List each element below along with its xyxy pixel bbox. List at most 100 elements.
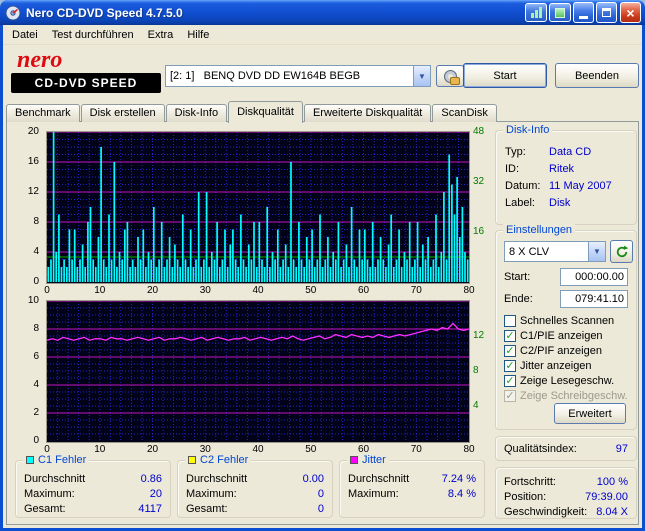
axis-tick: 50 bbox=[305, 444, 317, 455]
disk-info-rows: Typ: Data CD ID: Ritek Datum: 11 May 2007 Labe… bbox=[505, 143, 632, 211]
jitter-chart bbox=[46, 300, 470, 443]
checkbox-c1-pie-anzeigen[interactable]: ✓ C1/PIE anzeigen bbox=[504, 328, 634, 343]
stats-row: Gesamt: 0 bbox=[186, 501, 324, 516]
tab-disk-info[interactable]: Disk-Info bbox=[165, 104, 228, 122]
checkbox-schnelles-scannen[interactable]: Schnelles Scannen bbox=[504, 313, 634, 328]
stats-title: Jitter bbox=[347, 454, 389, 466]
stats-row: Durchschnitt 0.86 bbox=[24, 471, 162, 486]
stats-value: 8.4 % bbox=[447, 487, 476, 500]
menu-item-extra[interactable]: Extra bbox=[141, 27, 181, 43]
settings-title: Einstellungen bbox=[503, 224, 576, 236]
checkbox-box[interactable] bbox=[504, 314, 516, 327]
end-field[interactable]: 079:41.10 bbox=[560, 290, 628, 308]
stats-row: Maximum: 8.4 % bbox=[348, 486, 476, 501]
axis-tick: 60 bbox=[357, 285, 370, 296]
progress-label: Position: bbox=[504, 490, 547, 503]
speed-select-value: 8 X CLV bbox=[509, 245, 550, 258]
stats-value: 0 bbox=[317, 487, 324, 500]
chevron-down-icon[interactable]: ▼ bbox=[588, 242, 605, 261]
stats-rows: Durchschnitt 0.00 Maximum: 0 Gesamt: 0 bbox=[178, 461, 332, 516]
refresh-speed-button[interactable] bbox=[610, 240, 633, 263]
disk-info-label: Label: bbox=[505, 196, 535, 209]
drive-select[interactable]: [2: 1] BENQ DVD DD EW164B BEGB ▼ bbox=[165, 65, 431, 87]
stats-value: 0 bbox=[317, 502, 324, 515]
axis-tick: 70 bbox=[410, 444, 422, 455]
disk-info-value: Disk bbox=[549, 196, 571, 209]
axis-tick: 50 bbox=[305, 285, 317, 296]
checkbox-zeige-lesegeschw[interactable]: ✓ Zeige Lesegeschw. bbox=[504, 373, 634, 388]
chart-c1-errors bbox=[46, 131, 470, 284]
disk-info-group: Disk-Info Typ: Data CD ID: Ritek Datum: 11 Ma… bbox=[495, 124, 637, 225]
stats-label: Durchschnitt bbox=[24, 472, 86, 485]
axis-tick: 40 bbox=[252, 285, 264, 296]
tab-scandisk[interactable]: ScanDisk bbox=[432, 104, 497, 122]
checkbox-c2-pif-anzeigen[interactable]: ✓ C2/PIF anzeigen bbox=[504, 343, 634, 358]
checkbox-jitter-anzeigen[interactable]: ✓ Jitter anzeigen bbox=[504, 358, 634, 373]
tab-diskqualit-t[interactable]: Diskqualität bbox=[228, 101, 303, 123]
disk-info-row: ID: Ritek bbox=[505, 160, 632, 177]
titlebar-extra-button-2[interactable] bbox=[549, 3, 571, 22]
speed-select[interactable]: 8 X CLV ▼ bbox=[504, 241, 606, 262]
checkbox-box: ✓ bbox=[504, 389, 516, 402]
start-position-row: Start: 000:00.00 bbox=[504, 267, 628, 287]
chevron-down-icon[interactable]: ▼ bbox=[413, 66, 430, 86]
stats-title-text: Jitter bbox=[362, 454, 386, 466]
checkbox-label: Zeige Lesegeschw. bbox=[520, 374, 615, 387]
stats-label: Maximum: bbox=[186, 487, 237, 500]
progress-row: Fortschritt: 100 % bbox=[504, 474, 628, 489]
checkbox-box[interactable]: ✓ bbox=[504, 374, 516, 387]
disk-info-title: Disk-Info bbox=[503, 124, 553, 136]
progress-label: Fortschritt: bbox=[504, 475, 556, 488]
menu-item-datei[interactable]: Datei bbox=[5, 27, 45, 43]
tab-disk-erstellen[interactable]: Disk erstellen bbox=[80, 104, 165, 122]
end-position-row: Ende: 079:41.10 bbox=[504, 289, 628, 309]
checkbox-box[interactable]: ✓ bbox=[504, 344, 516, 357]
app-icon bbox=[5, 5, 21, 21]
stats-group-jitter: Jitter Durchschnitt 7.24 % Maximum: 8.4 % bbox=[339, 454, 485, 518]
maximize-icon bbox=[602, 8, 611, 17]
start-field[interactable]: 000:00.00 bbox=[560, 268, 628, 286]
stats-label: Gesamt: bbox=[186, 502, 228, 515]
stats-title: C1 Fehler bbox=[23, 454, 90, 466]
disk-info-row: Label: Disk bbox=[505, 194, 632, 211]
tab-erweiterte-diskqualit-t[interactable]: Erweiterte Diskqualität bbox=[303, 104, 432, 122]
title-bar[interactable]: Nero CD-DVD Speed 4.7.5.0 × bbox=[0, 0, 645, 25]
advanced-button[interactable]: Erweitert bbox=[554, 403, 626, 424]
disk-info-label: Datum: bbox=[505, 179, 541, 192]
tab-benchmark[interactable]: Benchmark bbox=[6, 104, 80, 122]
axis-tick: 70 bbox=[410, 285, 422, 296]
checkbox-zeige-schreibgeschw[interactable]: ✓ Zeige Schreibgeschw. bbox=[504, 388, 634, 403]
start-field-label: Start: bbox=[504, 271, 531, 283]
stats-row: Gesamt: 4117 bbox=[24, 501, 162, 516]
app-window: Nero CD-DVD Speed 4.7.5.0 × Datei Test du… bbox=[0, 0, 645, 531]
progress-group: Fortschritt: 100 % Position: 79:39.00 Geschw… bbox=[495, 467, 637, 519]
titlebar-extra-button-1[interactable] bbox=[525, 3, 547, 22]
checkbox-box[interactable]: ✓ bbox=[504, 329, 516, 342]
axis-tick: 32 bbox=[473, 176, 485, 187]
stats-group-c1-fehler: C1 Fehler Durchschnitt 0.86 Maximum: 20 Gesam… bbox=[15, 454, 171, 518]
stats-title-text: C2 Fehler bbox=[200, 454, 249, 466]
quit-button[interactable]: Beenden bbox=[555, 63, 639, 88]
menu-item-test-durchf-hren[interactable]: Test durchführen bbox=[45, 27, 141, 43]
maximize-button[interactable] bbox=[596, 2, 617, 23]
stats-row: Durchschnitt 0.00 bbox=[186, 471, 324, 486]
checkbox-box[interactable]: ✓ bbox=[504, 359, 516, 372]
checkbox-label: C2/PIF anzeigen bbox=[520, 344, 602, 357]
disk-info-value: 11 May 2007 bbox=[549, 179, 612, 192]
nero-brand-text: nero bbox=[17, 47, 63, 73]
start-button[interactable]: Start bbox=[463, 63, 547, 88]
axis-tick: 0 bbox=[44, 285, 50, 296]
close-button[interactable]: × bbox=[620, 2, 641, 23]
menu-item-hilfe[interactable]: Hilfe bbox=[180, 27, 216, 43]
refresh-icon bbox=[616, 245, 628, 257]
eject-disc-button[interactable] bbox=[436, 65, 464, 87]
menu-bar: Datei Test durchführen Extra Hilfe bbox=[3, 25, 642, 45]
drive-select-value: [2: 1] BENQ DVD DD EW164B BEGB bbox=[170, 70, 361, 82]
settings-checkbox-list: Schnelles Scannen ✓ C1/PIE anzeigen ✓ C2/PIF… bbox=[504, 313, 634, 403]
axis-tick: 2 bbox=[33, 407, 39, 418]
quality-index-value: 97 bbox=[615, 442, 628, 455]
stats-value: 4117 bbox=[138, 502, 162, 515]
axis-tick: 80 bbox=[463, 285, 475, 296]
minimize-button[interactable] bbox=[573, 2, 594, 23]
progress-rows: Fortschritt: 100 % Position: 79:39.00 Geschw… bbox=[496, 468, 636, 519]
